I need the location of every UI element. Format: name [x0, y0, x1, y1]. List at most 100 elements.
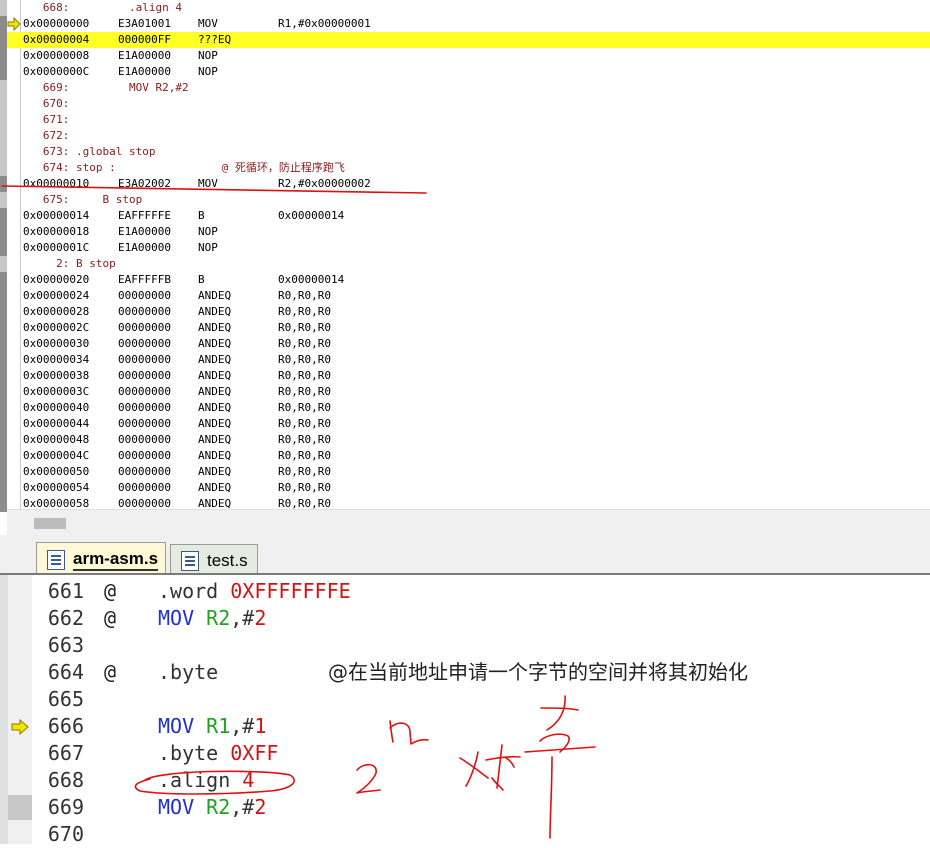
breakpoint-marker[interactable] — [0, 48, 7, 64]
breakpoint-marker[interactable] — [0, 416, 7, 432]
disassembly-row[interactable]: 0x0000002C 00000000 ANDEQ R0,R0,R0 — [0, 320, 930, 336]
source-line[interactable]: 669: MOV R2,#2 — [0, 80, 930, 96]
editor-line[interactable]: 664 @ .byte @在当前地址申请一个字节的空间并将其初始化 — [0, 659, 930, 686]
address: 0x00000048 — [23, 433, 90, 446]
disassembly-row[interactable]: 0x00000014 EAFFFFFE B 0x00000014 — [0, 208, 930, 224]
opcode: E3A02002 — [118, 177, 171, 190]
breakpoint-marker[interactable] — [0, 112, 7, 128]
breakpoint-marker[interactable] — [0, 400, 7, 416]
disassembly-row[interactable]: 0x00000024 00000000 ANDEQ R0,R0,R0 — [0, 288, 930, 304]
horizontal-scrollbar[interactable] — [7, 509, 930, 535]
editor-line[interactable]: 661 @ .word 0XFFFFFFFE — [0, 578, 930, 605]
breakpoint-marker[interactable] — [0, 288, 7, 304]
breakpoint-marker[interactable] — [0, 272, 7, 288]
asm-file-icon — [181, 550, 199, 571]
disassembly-row[interactable]: 0x00000010 E3A02002 MOV R2,#0x00000002 — [0, 176, 930, 192]
breakpoint-marker[interactable] — [0, 240, 7, 256]
disassembly-row[interactable]: 0x00000028 00000000 ANDEQ R0,R0,R0 — [0, 304, 930, 320]
disassembly-row[interactable]: 0x0000001C E1A00000 NOP — [0, 240, 930, 256]
source-line[interactable]: 674: stop : @ 死循环，防止程序跑飞 — [0, 160, 930, 176]
disassembly-row[interactable]: 0x00000050 00000000 ANDEQ R0,R0,R0 — [0, 464, 930, 480]
disassembly-row[interactable]: 0x00000040 00000000 ANDEQ R0,R0,R0 — [0, 400, 930, 416]
source-line[interactable]: 675: B stop — [0, 192, 930, 208]
editor-line[interactable]: 663 — [0, 632, 930, 659]
breakpoint-marker[interactable] — [0, 320, 7, 336]
breakpoint-marker[interactable] — [0, 128, 7, 144]
source-line[interactable]: 673: .global stop — [0, 144, 930, 160]
breakpoint-marker[interactable] — [0, 160, 7, 176]
opcode: 00000000 — [118, 481, 171, 494]
breakpoint-marker[interactable] — [0, 32, 7, 48]
breakpoint-marker[interactable] — [0, 208, 7, 224]
operands: R0,R0,R0 — [278, 369, 331, 382]
breakpoint-marker[interactable] — [0, 256, 7, 272]
breakpoint-marker[interactable] — [0, 0, 7, 16]
line-number: 663 — [47, 633, 84, 657]
breakpoint-marker[interactable] — [0, 368, 7, 384]
disassembly-row[interactable]: 0x00000008 E1A00000 NOP — [0, 48, 930, 64]
editor-line[interactable]: 668 .align 4 — [0, 767, 930, 794]
editor-line[interactable]: 666 MOV R1,#1 — [0, 713, 930, 740]
source-line[interactable]: 668: .align 4 — [0, 0, 930, 16]
breakpoint-marker[interactable] — [0, 336, 7, 352]
editor-line[interactable]: 667 .byte 0XFF — [0, 740, 930, 767]
operands: R0,R0,R0 — [278, 337, 331, 350]
disassembly-row[interactable]: 0x0000003C 00000000 ANDEQ R0,R0,R0 — [0, 384, 930, 400]
breakpoint-marker[interactable] — [0, 480, 7, 496]
breakpoint-marker[interactable] — [0, 224, 7, 240]
mnemonic: ANDEQ — [198, 369, 232, 382]
disassembly-row[interactable]: 0x00000000 E3A01001 MOV R1,#0x00000001 — [0, 16, 930, 32]
code-text: .byte — [158, 659, 218, 686]
disassembly-row[interactable]: 0x00000034 00000000 ANDEQ R0,R0,R0 — [0, 352, 930, 368]
source-text: 671: — [23, 113, 70, 126]
breakpoint-marker[interactable] — [0, 144, 7, 160]
editor-line[interactable]: 669 MOV R2,#2 — [0, 794, 930, 821]
source-line[interactable]: 671: — [0, 112, 930, 128]
code-token: MOV — [158, 714, 207, 738]
disassembly-row[interactable]: 0x00000048 00000000 ANDEQ R0,R0,R0 — [0, 432, 930, 448]
breakpoint-marker[interactable] — [0, 96, 7, 112]
editor-line[interactable]: 665 — [0, 686, 930, 713]
source-text: 673: .global stop — [23, 145, 156, 158]
breakpoint-marker[interactable] — [0, 448, 7, 464]
source-line[interactable]: 670: — [0, 96, 930, 112]
breakpoint-marker[interactable] — [0, 464, 7, 480]
tab-label: test.s — [207, 550, 248, 570]
disassembly-row[interactable]: 0x00000030 00000000 ANDEQ R0,R0,R0 — [0, 336, 930, 352]
disassembly-row[interactable]: 0x0000004C 00000000 ANDEQ R0,R0,R0 — [0, 448, 930, 464]
address: 0x00000038 — [23, 369, 90, 382]
disassembly-row[interactable]: 0x00000018 E1A00000 NOP — [0, 224, 930, 240]
breakpoint-marker[interactable] — [0, 176, 7, 192]
mnemonic: MOV — [198, 17, 218, 30]
operands: R0,R0,R0 — [278, 401, 331, 414]
breakpoint-marker[interactable] — [0, 304, 7, 320]
breakpoint-marker[interactable] — [0, 432, 7, 448]
source-editor[interactable]: 661 @ .word 0XFFFFFFFE 662 @ MOV R2,#2 663 664 @… — [0, 575, 930, 846]
breakpoint-marker[interactable] — [0, 352, 7, 368]
disassembly-pane[interactable]: 668: .align 4 0x00000000 E3A01001 MOV R1,#0x… — [0, 0, 930, 535]
source-text: 669: MOV R2,#2 — [23, 81, 189, 94]
source-line[interactable]: 2: B stop — [0, 256, 930, 272]
disassembly-row[interactable]: 0x00000044 00000000 ANDEQ R0,R0,R0 — [0, 416, 930, 432]
breakpoint-marker[interactable] — [0, 192, 7, 208]
editor-line[interactable]: 662 @ MOV R2,#2 — [0, 605, 930, 632]
disassembly-row[interactable]: 0x00000020 EAFFFFFB B 0x00000014 — [0, 272, 930, 288]
disassembly-row[interactable]: 0x00000054 00000000 ANDEQ R0,R0,R0 — [0, 480, 930, 496]
source-text: 670: — [23, 97, 70, 110]
disassembly-row[interactable]: 0x00000038 00000000 ANDEQ R0,R0,R0 — [0, 368, 930, 384]
breakpoint-marker[interactable] — [0, 64, 7, 80]
source-line[interactable]: 672: — [0, 128, 930, 144]
tab-arm-asm[interactable]: arm-asm.s — [36, 542, 166, 576]
operands: R0,R0,R0 — [278, 465, 331, 478]
scrollbar-thumb[interactable] — [34, 518, 66, 529]
pc-arrow-icon — [11, 719, 29, 735]
breakpoint-marker[interactable] — [0, 384, 7, 400]
disassembly-row[interactable]: 0x0000000C E1A00000 NOP — [0, 64, 930, 80]
line-number: 665 — [47, 687, 84, 711]
breakpoint-marker[interactable] — [0, 496, 7, 512]
breakpoint-marker[interactable] — [0, 16, 7, 32]
breakpoint-marker[interactable] — [8, 795, 32, 820]
current-instruction-row[interactable]: 0x00000004 000000FF ???EQ — [0, 32, 930, 48]
breakpoint-marker[interactable] — [0, 80, 7, 96]
tab-test[interactable]: test.s — [170, 544, 258, 576]
